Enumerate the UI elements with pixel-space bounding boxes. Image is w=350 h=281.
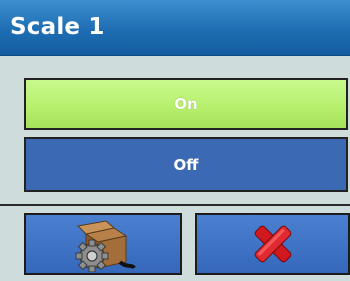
setup-box-gear-icon (75, 220, 136, 272)
cancel-button[interactable] (195, 213, 350, 275)
title-bar: Scale 1 (0, 0, 350, 55)
on-button[interactable]: On (24, 78, 348, 130)
cancel-x-icon (254, 225, 291, 263)
scale-dialog: Scale 1 On Off (0, 0, 350, 281)
on-button-label: On (174, 95, 198, 113)
dialog-title: Scale 1 (10, 14, 105, 40)
setup-button[interactable] (24, 213, 182, 275)
off-button-label: Off (173, 155, 199, 174)
off-button[interactable]: Off (24, 137, 348, 192)
